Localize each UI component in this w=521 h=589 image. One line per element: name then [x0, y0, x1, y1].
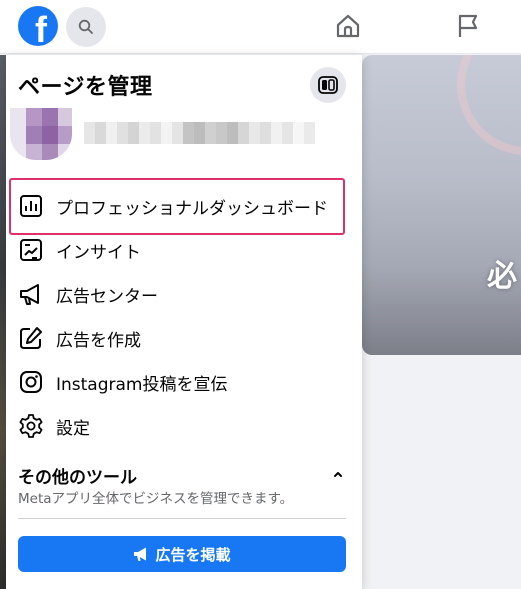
menu-item-label: 設定	[56, 418, 90, 439]
megaphone-icon	[134, 547, 147, 561]
facebook-logo-letter: f	[35, 9, 47, 47]
flag-icon[interactable]	[454, 12, 482, 40]
menu-item-ad-center[interactable]: 広告センター	[14, 274, 342, 314]
menu-item-promote-instagram[interactable]: Instagram投稿を宣伝	[14, 362, 342, 402]
menu-item-label: インサイト	[56, 242, 141, 263]
page: f 必 ページを管理 プロフェッショナルダッシュボード インサイト 広告センター…	[0, 0, 521, 589]
menu-item-label: Instagram投稿を宣伝	[56, 374, 228, 395]
menu-item-settings[interactable]: 設定	[14, 406, 342, 446]
other-tools-description: Metaアプリ全体でビジネスを管理できます。	[18, 491, 294, 507]
cover-photo: 必	[362, 55, 521, 355]
page-avatar	[10, 108, 72, 160]
search-icon	[78, 19, 93, 34]
panel-title: ページを管理	[18, 75, 153, 100]
divider	[18, 518, 346, 519]
other-tools-heading[interactable]: その他のツール	[18, 463, 137, 488]
cover-overlay-text: 必	[487, 259, 517, 294]
run-ad-button[interactable]: 広告を掲載	[18, 536, 346, 572]
menu-item-label: プロフェッショナルダッシュボード	[56, 198, 328, 219]
menu-item-insights[interactable]: インサイト	[14, 230, 342, 270]
manage-page-panel: ページを管理 プロフェッショナルダッシュボード インサイト 広告センター 広告を…	[6, 55, 362, 589]
page-name-redacted	[84, 122, 315, 144]
switch-profile-icon	[318, 76, 338, 94]
cover-rainbow	[457, 55, 521, 155]
edit-icon	[20, 327, 42, 349]
facebook-logo[interactable]: f	[18, 6, 58, 46]
current-page-row[interactable]	[6, 108, 362, 162]
menu-item-label: 広告を作成	[56, 330, 141, 351]
run-ad-button-label: 広告を掲載	[155, 545, 231, 564]
megaphone-icon	[20, 284, 39, 305]
gear-icon	[19, 414, 43, 438]
dashboard-icon	[20, 195, 42, 217]
menu-item-create-ad[interactable]: 広告を作成	[14, 318, 342, 358]
chevron-up-icon[interactable]	[332, 468, 344, 480]
menu-item-label: 広告センター	[56, 286, 158, 307]
instagram-icon	[20, 371, 42, 393]
search-button[interactable]	[66, 7, 106, 47]
home-icon[interactable]	[334, 12, 362, 40]
insights-icon	[20, 239, 42, 261]
menu-item-professional-dashboard[interactable]: プロフェッショナルダッシュボード	[14, 186, 342, 226]
top-navigation-bar: f	[0, 0, 521, 54]
switch-profile-button[interactable]	[310, 67, 346, 103]
